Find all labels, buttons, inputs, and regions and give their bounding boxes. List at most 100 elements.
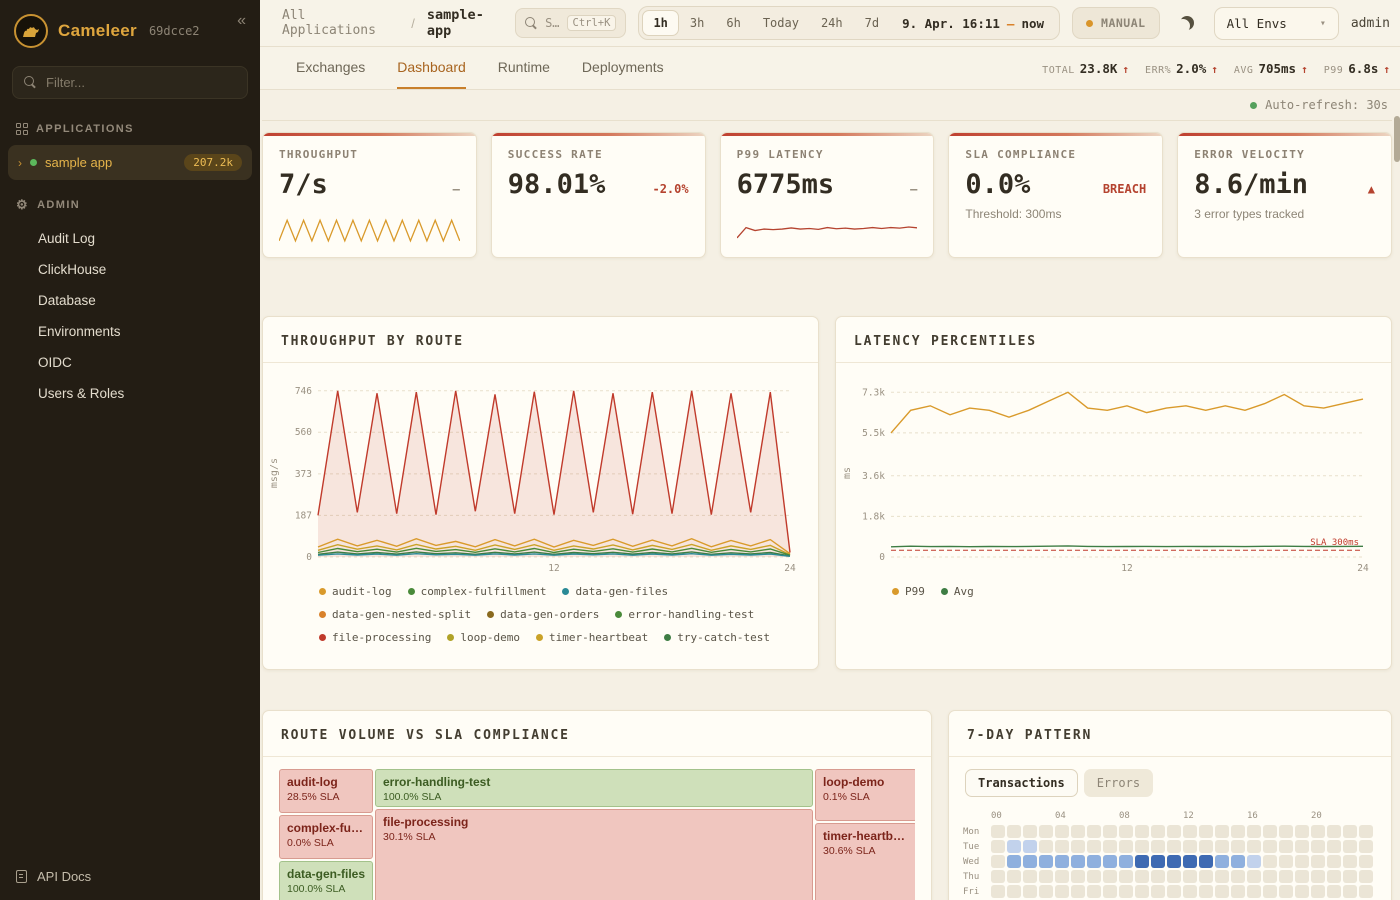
heatmap-cell[interactable] <box>1087 855 1101 868</box>
heatmap-cell[interactable] <box>1135 855 1149 868</box>
sidebar-filter[interactable] <box>12 66 248 99</box>
heatmap-cell[interactable] <box>1103 840 1117 853</box>
heatmap-cell[interactable] <box>1247 840 1261 853</box>
legend-item-timer-heartbeat[interactable]: timer-heartbeat <box>536 631 648 644</box>
heatmap-cell[interactable] <box>1103 825 1117 838</box>
api-docs-link[interactable]: API Docs <box>0 853 260 900</box>
heatmap-cell[interactable] <box>1215 885 1229 898</box>
heatmap-cell[interactable] <box>1311 885 1325 898</box>
heatmap-cell[interactable] <box>1327 870 1341 883</box>
heatmap-cell[interactable] <box>1311 825 1325 838</box>
heatmap-cell[interactable] <box>1167 825 1181 838</box>
time-range-today[interactable]: Today <box>752 10 810 36</box>
heatmap-cell[interactable] <box>1119 840 1133 853</box>
heatmap-cell[interactable] <box>1167 840 1181 853</box>
legend-item-data-gen-nested-split[interactable]: data-gen-nested-split <box>319 608 471 621</box>
heatmap-cell[interactable] <box>1119 825 1133 838</box>
heatmap-cell[interactable] <box>1071 825 1085 838</box>
heatmap-cell[interactable] <box>1327 885 1341 898</box>
legend-item-try-catch-test[interactable]: try-catch-test <box>664 631 770 644</box>
heatmap-cell[interactable] <box>1359 885 1373 898</box>
heatmap-cell[interactable] <box>1295 885 1309 898</box>
treemap-cell-error-handling-test[interactable]: error-handling-test100.0% SLA <box>375 769 813 807</box>
heatmap-cell[interactable] <box>1055 840 1069 853</box>
heatmap-cell[interactable] <box>1007 825 1021 838</box>
heatmap-cell[interactable] <box>1007 855 1021 868</box>
heatmap-cell[interactable] <box>1119 885 1133 898</box>
heatmap-cell[interactable] <box>1023 840 1037 853</box>
heatmap-cell[interactable] <box>1039 825 1053 838</box>
heatmap-cell[interactable] <box>1023 855 1037 868</box>
heatmap-cell[interactable] <box>1215 825 1229 838</box>
heatmap-cell[interactable] <box>1103 885 1117 898</box>
heatmap-cell[interactable] <box>1215 855 1229 868</box>
heatmap-cell[interactable] <box>1295 825 1309 838</box>
heatmap-cell[interactable] <box>1215 870 1229 883</box>
heatmap-cell[interactable] <box>1071 870 1085 883</box>
tab-deployments[interactable]: Deployments <box>582 47 664 89</box>
heatmap-cell[interactable] <box>1135 840 1149 853</box>
heatmap-cell[interactable] <box>1023 885 1037 898</box>
legend-item-avg[interactable]: Avg <box>941 585 974 598</box>
treemap-cell-timer-heartbeat[interactable]: timer-heartbeat30.6% SLA <box>815 823 915 900</box>
heatmap-cell[interactable] <box>1343 840 1357 853</box>
heatmap-cell[interactable] <box>1263 885 1277 898</box>
legend-item-data-gen-orders[interactable]: data-gen-orders <box>487 608 599 621</box>
heatmap-cell[interactable] <box>1039 870 1053 883</box>
heatmap-cell[interactable] <box>1343 885 1357 898</box>
heatmap-cell[interactable] <box>1055 855 1069 868</box>
heatmap-cell[interactable] <box>1327 840 1341 853</box>
heatmap-cell[interactable] <box>1311 855 1325 868</box>
heatmap-cell[interactable] <box>1359 825 1373 838</box>
sidebar-item-database[interactable]: Database <box>0 285 260 316</box>
heatmap-cell[interactable] <box>1167 870 1181 883</box>
heatmap-cell[interactable] <box>1007 870 1021 883</box>
heatmap-cell[interactable] <box>1103 855 1117 868</box>
heatmap-cell[interactable] <box>991 840 1005 853</box>
heatmap-cell[interactable] <box>1327 855 1341 868</box>
heatmap-cell[interactable] <box>1295 855 1309 868</box>
heatmap-cell[interactable] <box>991 870 1005 883</box>
date-range[interactable]: 9. Apr. 16:11 — now <box>890 16 1056 31</box>
manual-refresh-button[interactable]: MANUAL <box>1072 7 1160 39</box>
heatmap-cell[interactable] <box>1135 885 1149 898</box>
toggle-errors[interactable]: Errors <box>1084 769 1153 797</box>
treemap-cell-data-gen-files[interactable]: data-gen-files100.0% SLA <box>279 861 373 900</box>
env-selector[interactable]: All Envs ▾ <box>1214 7 1339 40</box>
heatmap-cell[interactable] <box>1071 840 1085 853</box>
heatmap-cell[interactable] <box>1039 855 1053 868</box>
heatmap-cell[interactable] <box>1231 885 1245 898</box>
dark-mode-toggle[interactable] <box>1172 8 1202 38</box>
heatmap-cell[interactable] <box>1071 855 1085 868</box>
heatmap-cell[interactable] <box>1279 855 1293 868</box>
legend-item-data-gen-files[interactable]: data-gen-files <box>562 585 668 598</box>
heatmap-cell[interactable] <box>1039 840 1053 853</box>
heatmap-cell[interactable] <box>991 855 1005 868</box>
heatmap-cell[interactable] <box>1023 870 1037 883</box>
heatmap-cell[interactable] <box>1199 870 1213 883</box>
heatmap-cell[interactable] <box>1119 855 1133 868</box>
filter-input[interactable] <box>46 75 236 90</box>
heatmap-cell[interactable] <box>1199 825 1213 838</box>
heatmap-cell[interactable] <box>1215 840 1229 853</box>
heatmap-cell[interactable] <box>1135 825 1149 838</box>
time-range-6h[interactable]: 6h <box>715 10 751 36</box>
sidebar-item-environments[interactable]: Environments <box>0 316 260 347</box>
heatmap-cell[interactable] <box>1151 840 1165 853</box>
treemap-cell-audit-log[interactable]: audit-log28.5% SLA <box>279 769 373 813</box>
sidebar-collapse-icon[interactable]: « <box>237 12 246 30</box>
heatmap-cell[interactable] <box>1135 870 1149 883</box>
tab-exchanges[interactable]: Exchanges <box>296 47 365 89</box>
heatmap-cell[interactable] <box>1263 855 1277 868</box>
sidebar-item-users-roles[interactable]: Users & Roles <box>0 378 260 409</box>
heatmap-cell[interactable] <box>1295 840 1309 853</box>
heatmap-cell[interactable] <box>1055 885 1069 898</box>
heatmap-cell[interactable] <box>1279 885 1293 898</box>
time-range-24h[interactable]: 24h <box>810 10 854 36</box>
heatmap-cell[interactable] <box>1199 885 1213 898</box>
heatmap-cell[interactable] <box>1231 840 1245 853</box>
tab-runtime[interactable]: Runtime <box>498 47 550 89</box>
heatmap-cell[interactable] <box>1279 840 1293 853</box>
heatmap-cell[interactable] <box>1167 855 1181 868</box>
heatmap-cell[interactable] <box>1087 870 1101 883</box>
